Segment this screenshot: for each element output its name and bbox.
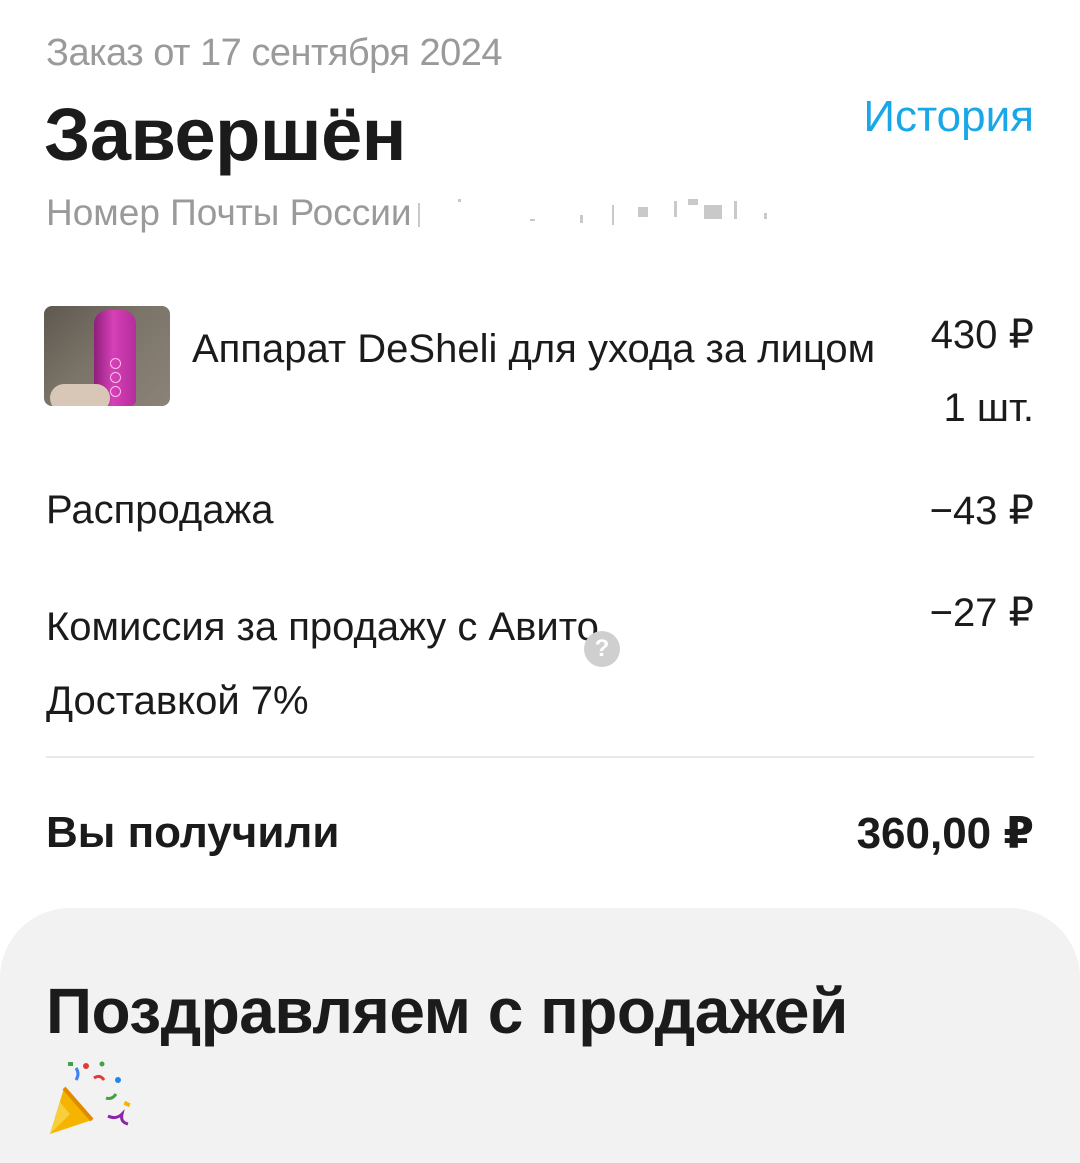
order-date: Заказ от 17 сентября 2024: [46, 32, 503, 74]
party-popper-icon: [50, 1061, 131, 1134]
order-details-page: Заказ от 17 сентября 2024 Завершён Истор…: [0, 0, 1080, 1163]
product-quantity: 1 шт.: [943, 386, 1034, 430]
total-label: Вы получили: [46, 808, 340, 857]
sale-label: Распродажа: [46, 488, 274, 532]
history-link[interactable]: История: [863, 92, 1034, 142]
help-icon[interactable]: ?: [584, 631, 620, 667]
divider: [46, 756, 1034, 758]
redacted-tracking-value: [412, 195, 782, 235]
tracking-label: Номер Почты России: [46, 192, 412, 233]
sale-value: −43 ₽: [929, 489, 1034, 533]
tracking-number: Номер Почты России: [46, 192, 782, 235]
product-thumbnail[interactable]: [44, 306, 170, 406]
product-name[interactable]: Аппарат DeSheli для ухода за лицом: [192, 312, 882, 386]
commission-value: −27 ₽: [929, 591, 1034, 635]
total-value: 360,00 ₽: [856, 809, 1034, 858]
congrats-title: Поздравляем с продажей: [46, 975, 848, 1047]
commission-label: Комиссия за продажу с Авито Доставкой 7%: [46, 605, 599, 723]
congrats-card: Поздравляем с продажей: [0, 908, 1080, 1163]
product-price: 430 ₽: [930, 313, 1034, 357]
order-status-title: Завершён: [44, 93, 406, 176]
